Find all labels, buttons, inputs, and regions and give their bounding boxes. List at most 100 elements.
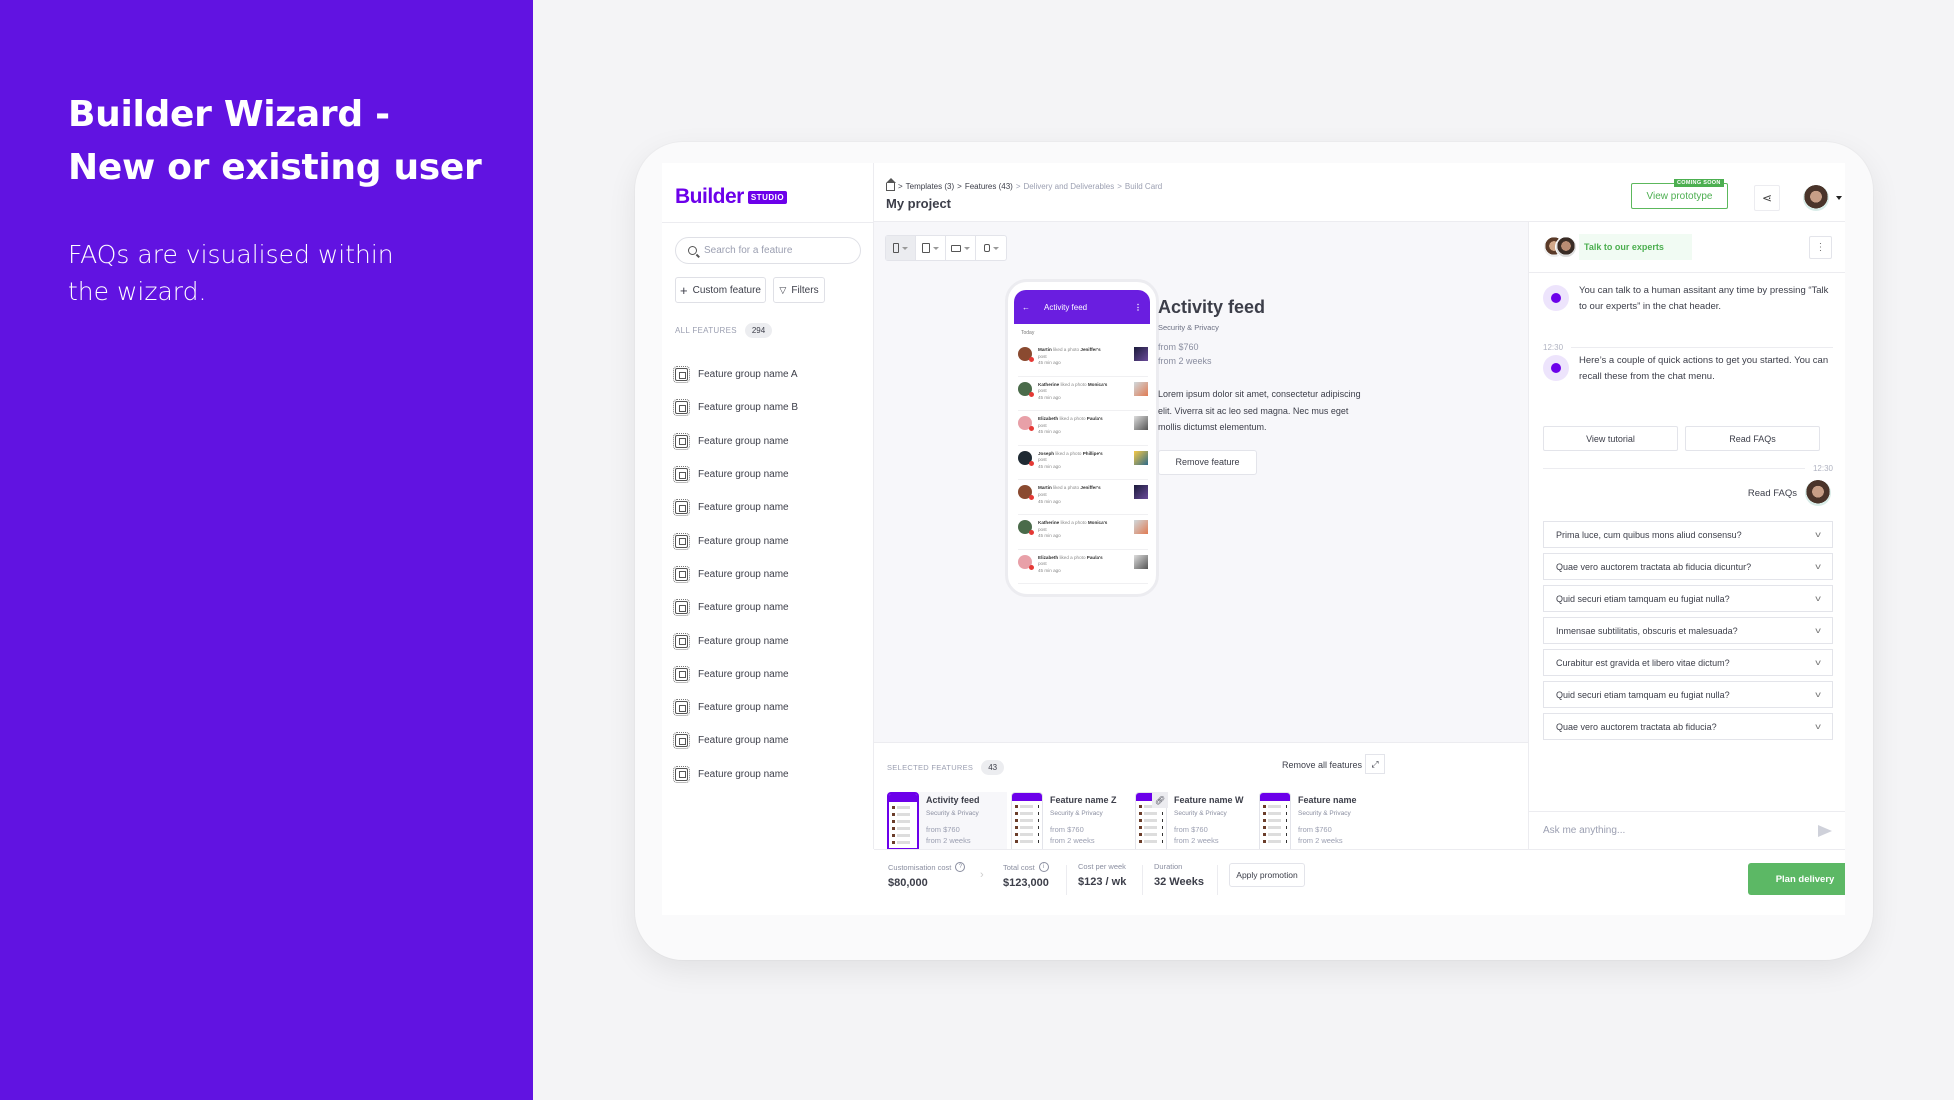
feature-group-item[interactable]: Feature group name xyxy=(673,491,865,524)
faq-item[interactable]: Quae vero auctorem tractata ab fiducia? v xyxy=(1543,713,1833,740)
activity-avatar xyxy=(1018,347,1034,362)
activity-photo xyxy=(1134,381,1148,396)
activity-item[interactable]: Joseph liked a photo Phillipe's post 45 mi… xyxy=(1018,446,1148,481)
expand-button[interactable]: ⤢ xyxy=(1365,754,1385,774)
custom-feature-label: Custom feature xyxy=(692,284,761,296)
feature-title: Activity feed xyxy=(1158,297,1266,317)
feature-group-item[interactable]: Feature group name xyxy=(673,425,865,458)
all-features-count: 294 xyxy=(744,323,773,338)
chip-icon xyxy=(673,699,690,717)
send-icon[interactable] xyxy=(1818,824,1832,837)
feature-group-item[interactable]: Feature group name xyxy=(673,558,865,591)
builder-logo[interactable]: Builder STUDIO xyxy=(675,185,788,209)
breadcrumb-features[interactable]: Features (43) xyxy=(965,182,1013,191)
chevron-down-icon: v xyxy=(1815,722,1821,731)
remove-all-features-link[interactable]: Remove all features xyxy=(1282,760,1362,770)
home-icon[interactable] xyxy=(886,178,896,191)
activity-item[interactable]: Martin liked a photo Jeniffer's post 45 mi… xyxy=(1018,480,1148,515)
feature-group-item[interactable]: Feature group name xyxy=(673,591,865,624)
feature-category: Security & Privacy xyxy=(1158,323,1219,332)
selected-feature-card[interactable]: 🔗︎ Feature name W Security & Privacy from … xyxy=(1135,792,1255,850)
chat-input[interactable]: Ask me anything... xyxy=(1529,811,1845,849)
feature-group-item[interactable]: Feature group name xyxy=(673,658,865,691)
activity-item[interactable]: Elizabeth liked a photo Paula's post 45 mi… xyxy=(1018,550,1148,585)
device-tab-watch[interactable] xyxy=(976,236,1006,260)
feature-group-item[interactable]: Feature group name xyxy=(673,758,865,791)
faq-item[interactable]: Quae vero auctorem tractata ab fiducia d… xyxy=(1543,553,1833,580)
plan-delivery-button[interactable]: Plan delivery xyxy=(1748,863,1845,895)
selected-feature-card[interactable]: Activity feed Security & Privacy from $760… xyxy=(887,792,1007,850)
faq-item[interactable]: Quid securi etiam tamquam eu fugiat null… xyxy=(1543,681,1833,708)
card-price: from $760 xyxy=(1050,825,1084,834)
card-price: from $760 xyxy=(1298,825,1332,834)
device-tab-tablet[interactable] xyxy=(916,236,946,260)
activity-text: Martin liked a photo Jeniffer's post 45 mi… xyxy=(1038,347,1101,366)
activity-item[interactable]: Katherine liked a photo Monica's post 45 m… xyxy=(1018,377,1148,412)
feature-group-item[interactable]: Feature group name A xyxy=(673,358,865,391)
activity-text: Elizabeth liked a photo Paula's post 45 mi… xyxy=(1038,554,1103,573)
faq-question: Quid securi etiam tamquam eu fugiat null… xyxy=(1556,593,1730,604)
expert-avatar xyxy=(1555,236,1577,258)
faq-item[interactable]: Prima luce, cum quibus mons aliud consen… xyxy=(1543,521,1833,548)
cost-per-week-label: Cost per week xyxy=(1078,862,1126,871)
faq-item[interactable]: Curabitur est gravida et libero vitae di… xyxy=(1543,649,1833,676)
breadcrumb-separator: > xyxy=(957,181,962,191)
feature-group-item[interactable]: Feature group name xyxy=(673,624,865,657)
activity-avatar xyxy=(1018,554,1034,570)
faq-item[interactable]: Quid securi etiam tamquam eu fugiat null… xyxy=(1543,585,1833,612)
activity-photo xyxy=(1134,554,1148,569)
breadcrumb-separator: > xyxy=(1015,181,1021,191)
link-icon[interactable]: 🔗︎ xyxy=(1152,792,1168,808)
feature-group-item[interactable]: Feature group name B xyxy=(673,391,865,424)
breadcrumb-delivery[interactable]: Delivery and Deliverables xyxy=(1024,182,1115,191)
remove-feature-button[interactable]: Remove feature xyxy=(1158,449,1257,475)
feature-detail: Activity feed Security & Privacy from $7… xyxy=(1158,297,1368,475)
filters-button[interactable]: ▽ Filters xyxy=(773,277,825,303)
total-cost-value: $123,000 xyxy=(1003,877,1049,889)
chat-menu-button[interactable]: ⋮ xyxy=(1809,236,1832,259)
feature-thumbnail xyxy=(887,792,919,850)
device-switcher xyxy=(885,235,1007,261)
selected-feature-card[interactable]: Feature name Security & Privacy from $760 f… xyxy=(1259,792,1379,850)
feature-search-input[interactable]: Search for a feature xyxy=(675,237,861,264)
share-button[interactable]: ⋖ xyxy=(1754,185,1780,211)
bot-avatar-icon xyxy=(1543,355,1569,381)
feature-group-item[interactable]: Feature group name xyxy=(673,524,865,557)
bot-avatar-icon xyxy=(1543,285,1569,311)
activity-item[interactable]: Elizabeth liked a photo Paula's post 45 mi… xyxy=(1018,411,1148,446)
feature-group-item[interactable]: Feature group name xyxy=(673,691,865,724)
read-faqs-button[interactable]: Read FAQs xyxy=(1685,426,1820,451)
device-tab-desktop[interactable] xyxy=(946,236,976,260)
device-tab-mobile[interactable] xyxy=(886,236,916,260)
info-icon[interactable]: i xyxy=(1038,862,1049,872)
activity-photo xyxy=(1134,347,1148,361)
breadcrumb-templates[interactable]: Templates (3) xyxy=(906,182,954,191)
chevron-down-icon[interactable] xyxy=(1836,196,1842,200)
feature-group-label: Feature group name xyxy=(698,635,789,647)
view-tutorial-button[interactable]: View tutorial xyxy=(1543,426,1678,451)
activity-item[interactable]: Martin liked a photo Jeniffer's post 45 mi… xyxy=(1018,342,1148,377)
chevron-down-icon xyxy=(933,246,939,250)
feature-group-item[interactable]: Feature group name xyxy=(673,458,865,491)
faq-question: Curabitur est gravida et libero vitae di… xyxy=(1556,657,1730,668)
faq-question: Quid securi etiam tamquam eu fugiat null… xyxy=(1556,689,1730,700)
mobile-icon xyxy=(893,243,899,253)
selected-feature-card[interactable]: Feature name Z Security & Privacy from $76… xyxy=(1011,792,1131,850)
breadcrumb-build-card[interactable]: Build Card xyxy=(1125,182,1162,191)
feature-group-item[interactable]: Feature group name xyxy=(673,724,865,757)
activity-text: Katherine liked a photo Monica's post 45 m… xyxy=(1038,381,1108,400)
activity-photo xyxy=(1134,450,1148,465)
help-icon[interactable]: ? xyxy=(955,862,966,872)
talk-to-experts-button[interactable]: Talk to our experts xyxy=(1579,234,1692,260)
apply-promotion-button[interactable]: Apply promotion xyxy=(1229,863,1305,887)
chevron-down-icon xyxy=(964,246,970,250)
faq-item[interactable]: Inmensae subtilitatis, obscuris et males… xyxy=(1543,617,1833,644)
activity-photo xyxy=(1134,485,1148,500)
chip-icon xyxy=(673,632,690,650)
custom-feature-button[interactable]: + Custom feature xyxy=(675,277,766,303)
search-icon xyxy=(688,246,697,255)
user-avatar[interactable] xyxy=(1803,185,1829,211)
activity-avatar xyxy=(1018,381,1034,397)
activity-item[interactable]: Katherine liked a photo Monica's post 45 m… xyxy=(1018,515,1148,550)
feature-duration: from 2 weeks xyxy=(1158,356,1212,366)
